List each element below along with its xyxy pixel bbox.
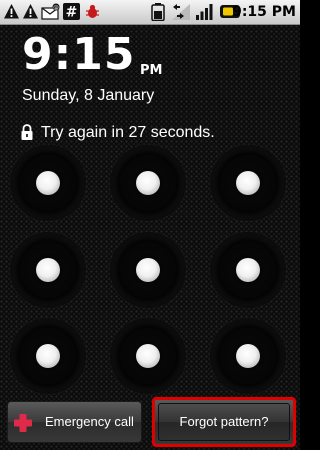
signal-strength-icon [195,3,214,26]
pattern-dot-7[interactable] [10,318,86,394]
pattern-dot-9[interactable] [210,318,286,394]
pattern-dot-2[interactable] [110,145,186,221]
hash-icon: # [63,3,80,25]
emergency-call-button[interactable]: Emergency call [7,401,142,443]
pattern-dot [136,171,160,195]
forgot-pattern-button[interactable]: Forgot pattern? [152,397,296,447]
lockout-message: Try again in 27 seconds. [41,124,215,141]
pattern-dot [236,344,260,368]
pattern-dot-3[interactable] [210,145,286,221]
svg-text:@: @ [53,5,59,11]
forgot-pattern-label: Forgot pattern? [179,414,269,429]
warning-icon [22,3,39,25]
pattern-dot [36,171,60,195]
pattern-dot [236,171,260,195]
svg-text:#: # [66,5,78,21]
clock-ampm: PM [140,63,163,78]
missed-email-icon: @ [41,3,61,25]
debug-bug-icon [84,3,101,25]
emergency-plus-icon [12,412,34,437]
lock-date: Sunday, 8 January [22,87,155,104]
lock-screen: @ # 9:15 PM 9:15 PM Sunday, 8 January Tr… [0,0,300,450]
data-signal-icon [170,3,192,26]
pattern-dot [36,344,60,368]
battery-icon [151,3,165,26]
pattern-dot-4[interactable] [10,232,86,308]
status-time: 9:15 PM [232,4,296,20]
pattern-dot-6[interactable] [210,232,286,308]
emergency-call-label: Emergency call [45,414,134,429]
unlock-pattern-grid[interactable] [0,145,300,395]
warning-icon [3,3,20,25]
pattern-dot-1[interactable] [10,145,86,221]
pattern-dot-5[interactable] [110,232,186,308]
padlock-icon [20,123,34,146]
pattern-dot [36,258,60,282]
clock-time: 9:15 [22,29,136,80]
pattern-dot [136,344,160,368]
status-bar: @ # 9:15 PM [0,0,300,25]
pattern-dot-8[interactable] [110,318,186,394]
pattern-dot [236,258,260,282]
pattern-dot [136,258,160,282]
